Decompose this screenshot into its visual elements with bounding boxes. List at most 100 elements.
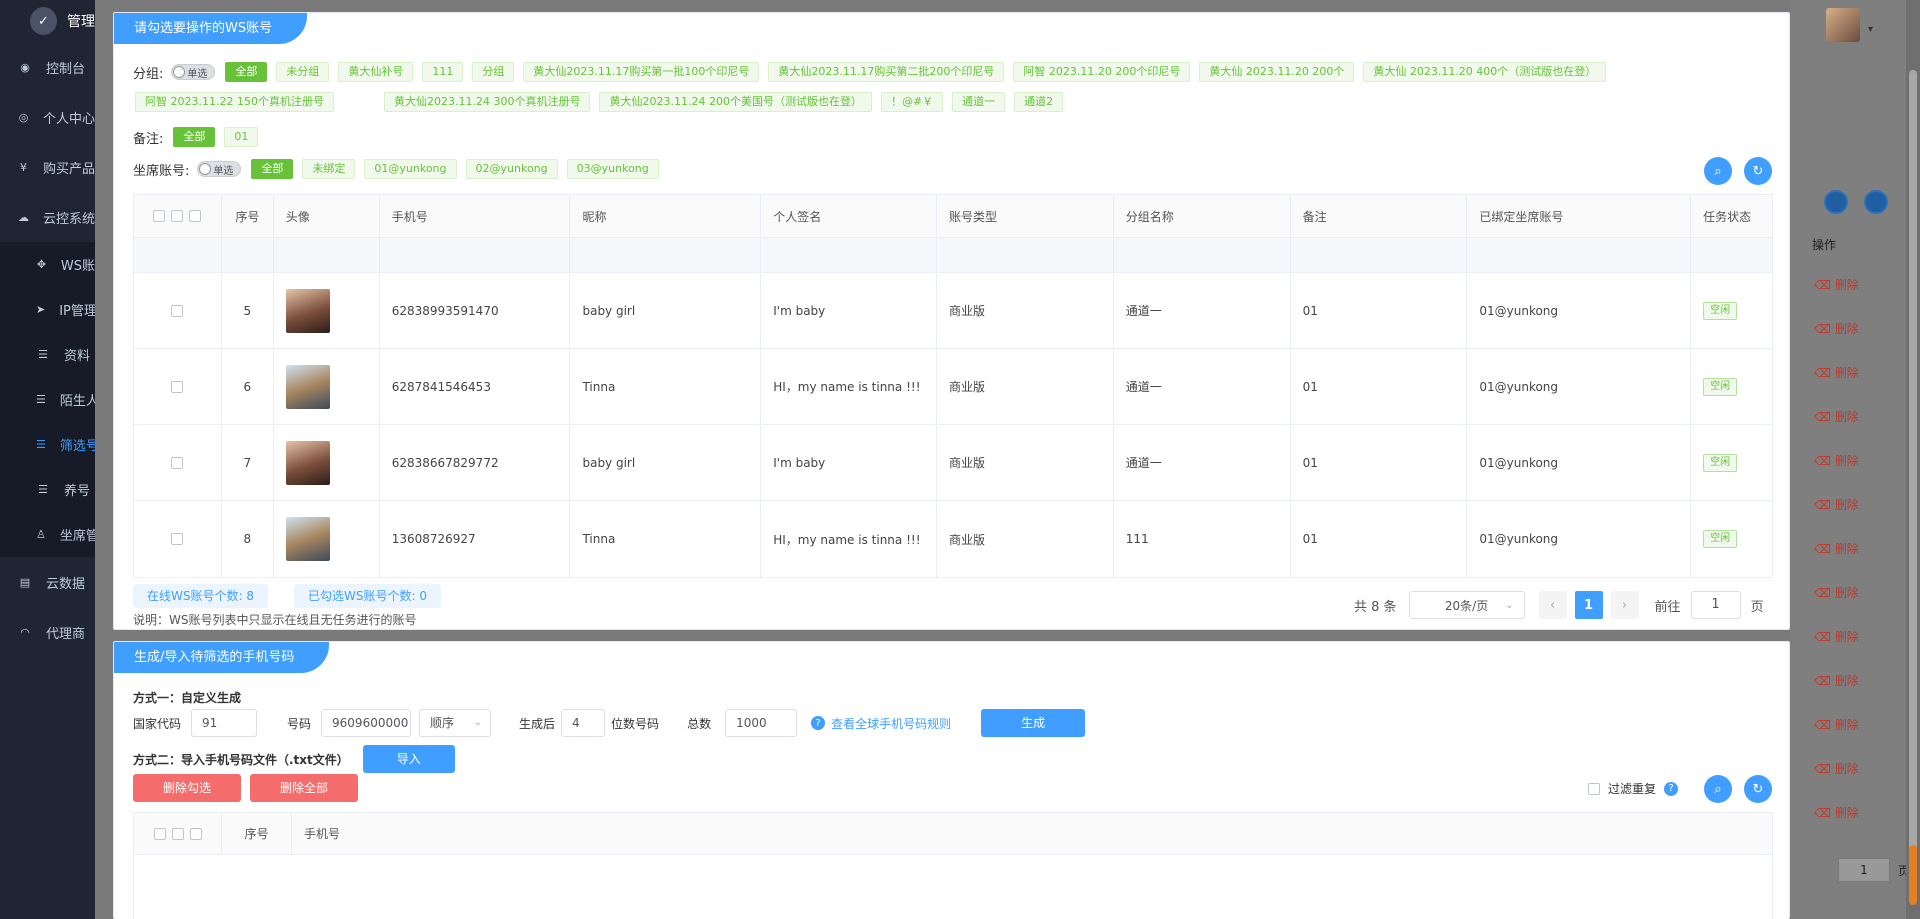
seat-label: 坐席账号: <box>133 163 190 179</box>
search-button[interactable]: ⌕ <box>1704 157 1732 185</box>
total-count: 共 8 条 <box>1354 599 1397 615</box>
sidebar-item-cloud-data[interactable]: ▤ 云数据 <box>0 557 95 607</box>
search-icon: ⌕ <box>1714 781 1722 797</box>
row-checkbox[interactable] <box>171 456 184 469</box>
group-tag[interactable]: 通道一 <box>952 92 1006 112</box>
single-select-toggle[interactable]: 单选 <box>171 64 216 80</box>
seat-tag[interactable]: 全部 <box>251 159 294 179</box>
group-tag[interactable]: 阿智 2023.11.22 150个真机注册号 <box>135 92 334 112</box>
bg-op-header: 操作 <box>1812 238 1837 252</box>
page-size-select[interactable]: 20条/页 ⌄ <box>1408 591 1525 619</box>
sidebar-item-cloud-control[interactable]: ☁ 云控系统 <box>0 192 95 242</box>
group-tag[interactable]: 阿智 2023.11.20 200个印尼号 <box>1013 62 1191 82</box>
header-phone: 手机号 <box>304 827 341 841</box>
group-tag[interactable]: 黄大仙2023.11.17购买第一批100个印尼号 <box>523 62 760 82</box>
group-tag[interactable]: 111 <box>422 62 464 82</box>
sidebar-item-profile-data[interactable]: ☰ 资料 <box>0 332 95 377</box>
help-icon[interactable]: ? <box>811 716 826 730</box>
goto-page-input[interactable]: 1 <box>1690 591 1741 619</box>
sidebar-item-ws-accounts[interactable]: ✥ WS账 <box>0 242 95 287</box>
group-tag[interactable]: 分组 <box>472 62 515 82</box>
import-button[interactable]: 导入 <box>362 745 455 773</box>
seat-tag[interactable]: 01@yunkong <box>364 159 457 179</box>
group-tag[interactable]: 黄大仙2023.11.24 300个真机注册号 <box>383 92 591 112</box>
seat-tag[interactable]: 03@yunkong <box>566 159 659 179</box>
table-row[interactable]: 7 62838667829772 baby girl I'm baby 商业版 … <box>134 425 1772 501</box>
group-tag[interactable]: 未分组 <box>276 62 330 82</box>
digits-input[interactable]: 4 <box>561 709 606 737</box>
clear-select-checkbox[interactable] <box>189 827 202 840</box>
delete-all-button[interactable]: 删除全部 <box>250 774 358 802</box>
bg-delete-link: ⌫ 删除 <box>1814 718 1859 732</box>
clear-select-checkbox[interactable] <box>189 210 202 222</box>
table-note: 说明：WS账号列表中只显示在线且无任务进行的账号 <box>133 613 417 627</box>
sidebar-item-ip[interactable]: ➤ IP管理 <box>0 287 95 332</box>
page-scrollbar[interactable] <box>1906 0 1920 919</box>
seat-tag[interactable]: 未绑定 <box>302 159 356 179</box>
rules-link[interactable]: 查看全球手机号码规则 <box>831 715 951 732</box>
sidebar-item-agent[interactable]: ◠ 代理商 <box>0 607 95 657</box>
remark-tag[interactable]: 全部 <box>173 127 216 147</box>
seat-single-toggle[interactable]: 单选 <box>197 161 242 177</box>
chevron-right-icon: › <box>1621 597 1628 613</box>
order-select[interactable]: 顺序 ⌄ <box>419 709 492 737</box>
refresh-icon: ↻ <box>1752 163 1764 179</box>
header-nickname: 昵称 <box>570 195 762 237</box>
caret-down-icon[interactable]: ▾ <box>1868 24 1873 35</box>
header-index: 序号 <box>222 813 292 854</box>
group-tag[interactable]: 全部 <box>225 62 268 82</box>
sidebar-item-nurture[interactable]: ☰ 养号 <box>0 467 95 512</box>
scrollbar-thumb[interactable] <box>1909 70 1917 860</box>
bg-delete-link: ⌫ 删除 <box>1814 806 1859 820</box>
list-icon: ☰ <box>36 438 46 451</box>
ws-account-table: 序号 头像 手机号 昵称 个人签名 账号类型 分组名称 备注 已绑定坐席账号 任… <box>133 194 1773 578</box>
delete-selected-button[interactable]: 删除勾选 <box>133 774 241 802</box>
group-tag[interactable]: 通道2 <box>1014 92 1064 112</box>
group-tag[interactable]: 黄大仙补号 <box>338 62 414 82</box>
sidebar-item-seats[interactable]: ♙ 坐席管 <box>0 512 95 557</box>
select-page-checkbox[interactable] <box>171 210 184 222</box>
sidebar-item-dashboard[interactable]: ◉ 控制台 <box>0 42 95 92</box>
group-tag[interactable]: 黄大仙2023.11.17购买第二批200个印尼号 <box>768 62 1005 82</box>
bg-delete-link: ⌫ 删除 <box>1814 762 1859 776</box>
select-all-checkbox[interactable] <box>153 827 166 840</box>
sidebar-item-buy[interactable]: ¥ 购买产品 <box>0 142 95 192</box>
sidebar-item-strangers[interactable]: ☰ 陌生人 <box>0 377 95 422</box>
group-tag[interactable]: 黄大仙 2023.11.20 200个 <box>1199 62 1355 82</box>
select-page-checkbox[interactable] <box>171 827 184 840</box>
sidebar-item-profile[interactable]: ◎ 个人中心 <box>0 92 95 142</box>
user-avatar[interactable] <box>1826 8 1860 42</box>
generate-button[interactable]: 生成 <box>981 709 1086 737</box>
refresh-button[interactable]: ↻ <box>1744 157 1772 185</box>
search-button[interactable]: ⌕ <box>1704 775 1732 803</box>
table-row[interactable]: 5 62838993591470 baby girl I'm baby 商业版 … <box>134 273 1772 349</box>
select-all-checkbox[interactable] <box>153 210 166 222</box>
sidebar: ✓ 管理 ◉ 控制台 ◎ 个人中心 ¥ 购买产品 ☁ 云控系统 ✥ WS账 ➤ IP管理 ☰… <box>0 0 95 919</box>
online-count: 在线WS账号个数: 8 <box>133 584 268 608</box>
filter-duplicate[interactable]: 过滤重复 ? <box>1588 780 1684 797</box>
remark-tag[interactable]: 01 <box>224 127 259 147</box>
refresh-button[interactable]: ↻ <box>1744 775 1772 803</box>
next-page-button[interactable]: › <box>1610 591 1639 619</box>
row-checkbox[interactable] <box>171 533 184 545</box>
row-checkbox[interactable] <box>171 380 184 393</box>
sidebar-item-filter[interactable]: ☰ 筛选号 <box>0 422 95 467</box>
table-row[interactable]: 8 13608726927 Tinna HI，my name is tinna … <box>134 501 1772 577</box>
group-tag[interactable]: ！@#￥ <box>880 92 944 112</box>
header-remark: 备注 <box>1291 195 1468 237</box>
filter-duplicate-checkbox[interactable] <box>1588 782 1600 795</box>
group-tag[interactable]: 黄大仙 2023.11.20 400个（测试版也在登） <box>1363 62 1607 82</box>
seat-tag[interactable]: 02@yunkong <box>465 159 558 179</box>
number-input[interactable]: 9609600000 <box>321 709 412 737</box>
group-tag[interactable]: 黄大仙2023.11.24 200个美国号（测试版也在登） <box>599 92 872 112</box>
total-input[interactable]: 1000 <box>725 709 798 737</box>
after-label: 生成后 <box>519 716 556 731</box>
table-row[interactable]: 6 6287841546453 Tinna HI，my name is tinn… <box>134 349 1772 425</box>
help-icon[interactable]: ? <box>1664 781 1679 796</box>
country-code-input[interactable]: 91 <box>191 709 258 737</box>
row-checkbox[interactable] <box>171 304 184 317</box>
prev-page-button[interactable]: ‹ <box>1538 591 1567 619</box>
digits-suffix: 位数号码 <box>611 716 660 731</box>
bg-delete-link: ⌫ 删除 <box>1814 674 1859 688</box>
page-number[interactable]: 1 <box>1574 591 1603 619</box>
